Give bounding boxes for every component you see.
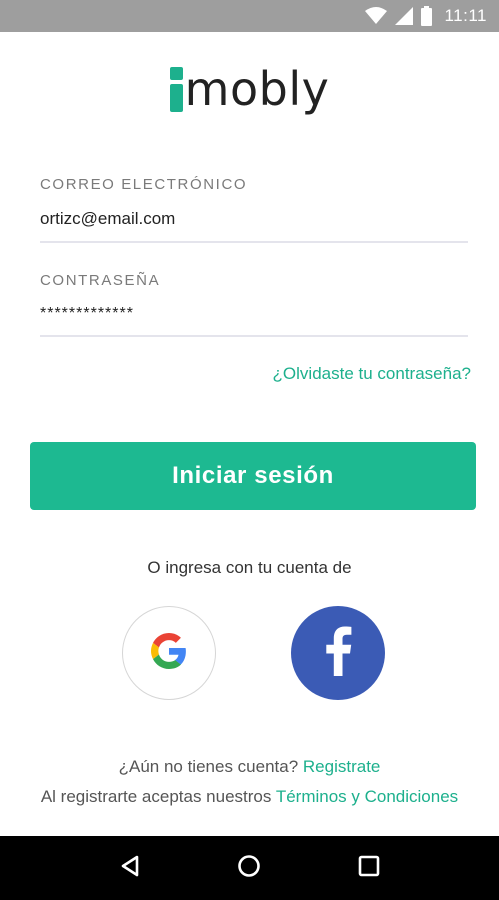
google-icon: [151, 632, 187, 674]
login-button[interactable]: Iniciar sesión: [30, 442, 476, 510]
back-button[interactable]: [110, 848, 150, 888]
social-caption: O ingresa con tu cuenta de: [147, 558, 352, 577]
terms-notice: Al registrarte aceptas nuestros Términos…: [0, 787, 499, 807]
recents-button[interactable]: [349, 848, 389, 888]
app-logo: mobly: [0, 66, 499, 136]
email-underline: [40, 241, 468, 243]
signup-prompt: ¿Aún no tienes cuenta? Registrate: [0, 757, 499, 777]
logo-i-mark: [169, 67, 183, 112]
facebook-icon: [323, 626, 353, 681]
recents-icon: [358, 855, 380, 882]
password-underline: [40, 335, 468, 337]
password-label: CONTRASEÑA: [40, 272, 161, 289]
cell-signal-icon: [395, 7, 414, 25]
logo-text: mobly: [184, 62, 330, 116]
email-label: CORREO ELECTRÓNICO: [40, 176, 248, 193]
register-link[interactable]: Registrate: [303, 757, 380, 776]
email-field[interactable]: [40, 209, 468, 229]
terms-link[interactable]: Términos y Condiciones: [276, 787, 458, 806]
password-field[interactable]: [40, 305, 468, 323]
system-nav-bar: [0, 836, 499, 900]
status-time: 11:11: [444, 6, 487, 25]
back-icon: [120, 855, 140, 882]
status-bar: 11:11: [0, 0, 499, 32]
home-button[interactable]: [229, 848, 269, 888]
home-icon: [237, 854, 261, 883]
forgot-password-link[interactable]: ¿Olvidaste tu contraseña?: [273, 364, 471, 384]
login-screen: 11:11 mobly CORREO ELECTRÓNICO CONTRASEÑ…: [0, 0, 499, 900]
password-field-group: CONTRASEÑA: [40, 272, 468, 337]
wifi-icon: [365, 7, 388, 25]
google-login-button[interactable]: [122, 606, 216, 700]
battery-icon: [421, 6, 433, 26]
email-field-group: CORREO ELECTRÓNICO: [40, 176, 468, 243]
facebook-login-button[interactable]: [291, 606, 385, 700]
terms-prefix-text: Al registrarte aceptas nuestros: [40, 787, 272, 806]
no-account-text: ¿Aún no tienes cuenta?: [118, 757, 299, 776]
